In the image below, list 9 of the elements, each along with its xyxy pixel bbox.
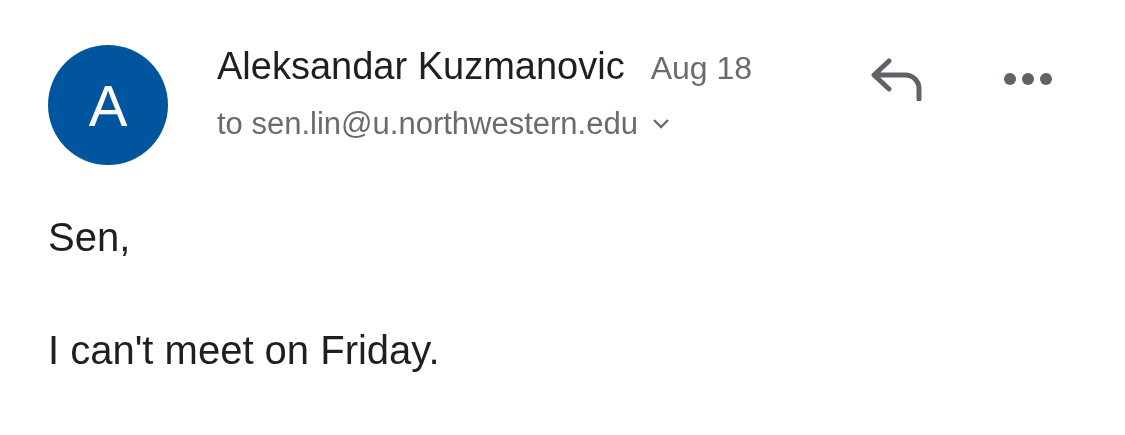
- email-date: Aug 18: [650, 50, 753, 87]
- sender-name: Aleksandar Kuzmanovic: [217, 45, 625, 88]
- sender-avatar: A: [48, 45, 168, 165]
- recipient-toggle[interactable]: to sen.lin@u.northwestern.edu: [217, 106, 670, 142]
- more-button[interactable]: [1003, 72, 1053, 86]
- chevron-down-icon: [651, 118, 670, 130]
- body-paragraph: Sen,: [48, 215, 132, 260]
- reply-button[interactable]: [869, 57, 925, 101]
- body-paragraph: I can't meet on Friday.: [48, 328, 441, 373]
